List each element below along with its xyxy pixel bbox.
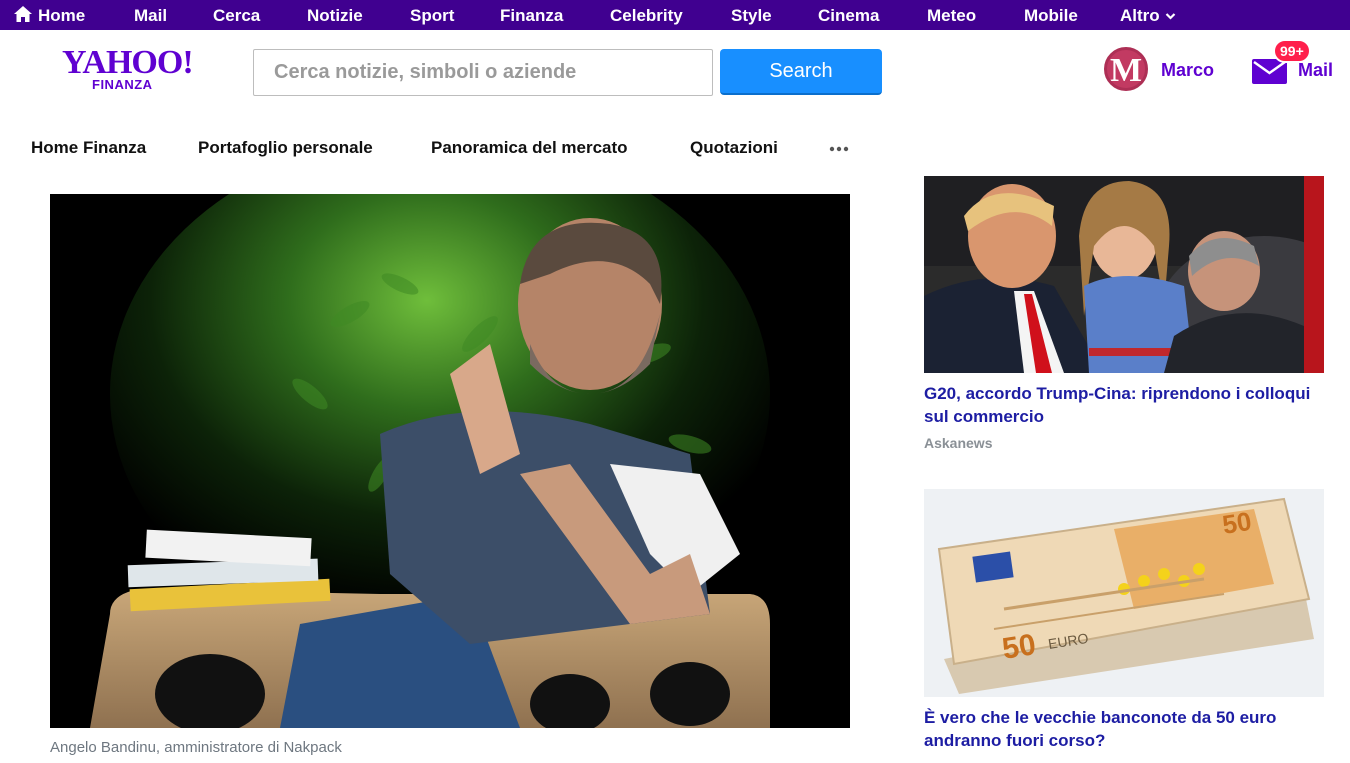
mail-link[interactable]: Mail 99+	[1251, 39, 1346, 90]
topnav-cerca[interactable]: Cerca	[213, 0, 260, 30]
mail-label: Mail	[1298, 60, 1334, 80]
article-hero-image	[50, 194, 850, 728]
search-button[interactable]: Search	[720, 49, 882, 95]
topnav-style[interactable]: Style	[731, 0, 772, 30]
topnav-mail[interactable]: Mail	[134, 0, 167, 30]
subnav-home-finanza[interactable]: Home Finanza	[31, 138, 146, 158]
topnav-home-label: Home	[38, 6, 86, 25]
svg-text:50: 50	[1000, 628, 1038, 666]
topnav-sport[interactable]: Sport	[410, 0, 454, 30]
chevron-down-icon	[1165, 13, 1175, 20]
avatar-initial: M	[1109, 52, 1143, 89]
topnav-home[interactable]: Home	[14, 0, 85, 30]
topnav-finanza[interactable]: Finanza	[500, 0, 563, 30]
top-navigation-bar: Home Mail Cerca Notizie Sport Finanza Ce…	[0, 0, 1350, 30]
topnav-mobile[interactable]: Mobile	[1024, 0, 1078, 30]
topnav-celebrity[interactable]: Celebrity	[610, 0, 683, 30]
topnav-meteo[interactable]: Meteo	[927, 0, 976, 30]
story-image-g20[interactable]	[924, 176, 1324, 373]
topnav-altro[interactable]: Altro	[1120, 0, 1176, 30]
subnav-quotazioni[interactable]: Quotazioni	[690, 138, 778, 158]
story-title-g20[interactable]: G20, accordo Trump-Cina: riprendono i co…	[924, 382, 1324, 428]
story-title-banconote[interactable]: È vero che le vecchie banconote da 50 eu…	[924, 706, 1324, 752]
search-input[interactable]	[253, 49, 713, 96]
topnav-altro-label: Altro	[1120, 6, 1160, 25]
subnav-portafoglio[interactable]: Portafoglio personale	[198, 138, 373, 158]
yahoo-finanza-logo[interactable]: YAHOO! FINANZA	[62, 44, 194, 96]
logo-subtitle: FINANZA	[92, 77, 153, 92]
home-icon	[14, 6, 32, 22]
more-icon[interactable]	[828, 140, 852, 156]
mail-count-badge: 99+	[1273, 39, 1311, 63]
svg-text:50: 50	[1220, 506, 1253, 540]
topnav-notizie[interactable]: Notizie	[307, 0, 363, 30]
logo-brand: YAHOO!	[62, 44, 194, 81]
hero-image-caption: Angelo Bandinu, amministratore di Nakpac…	[50, 739, 342, 756]
topnav-cinema[interactable]: Cinema	[818, 0, 879, 30]
story-image-banconote[interactable]: 50 EURO 50	[924, 489, 1324, 697]
avatar[interactable]: M	[1104, 47, 1148, 91]
story-source-g20: Askanews	[924, 435, 993, 451]
user-name-link[interactable]: Marco	[1161, 60, 1214, 81]
subnav-panoramica[interactable]: Panoramica del mercato	[431, 138, 628, 158]
